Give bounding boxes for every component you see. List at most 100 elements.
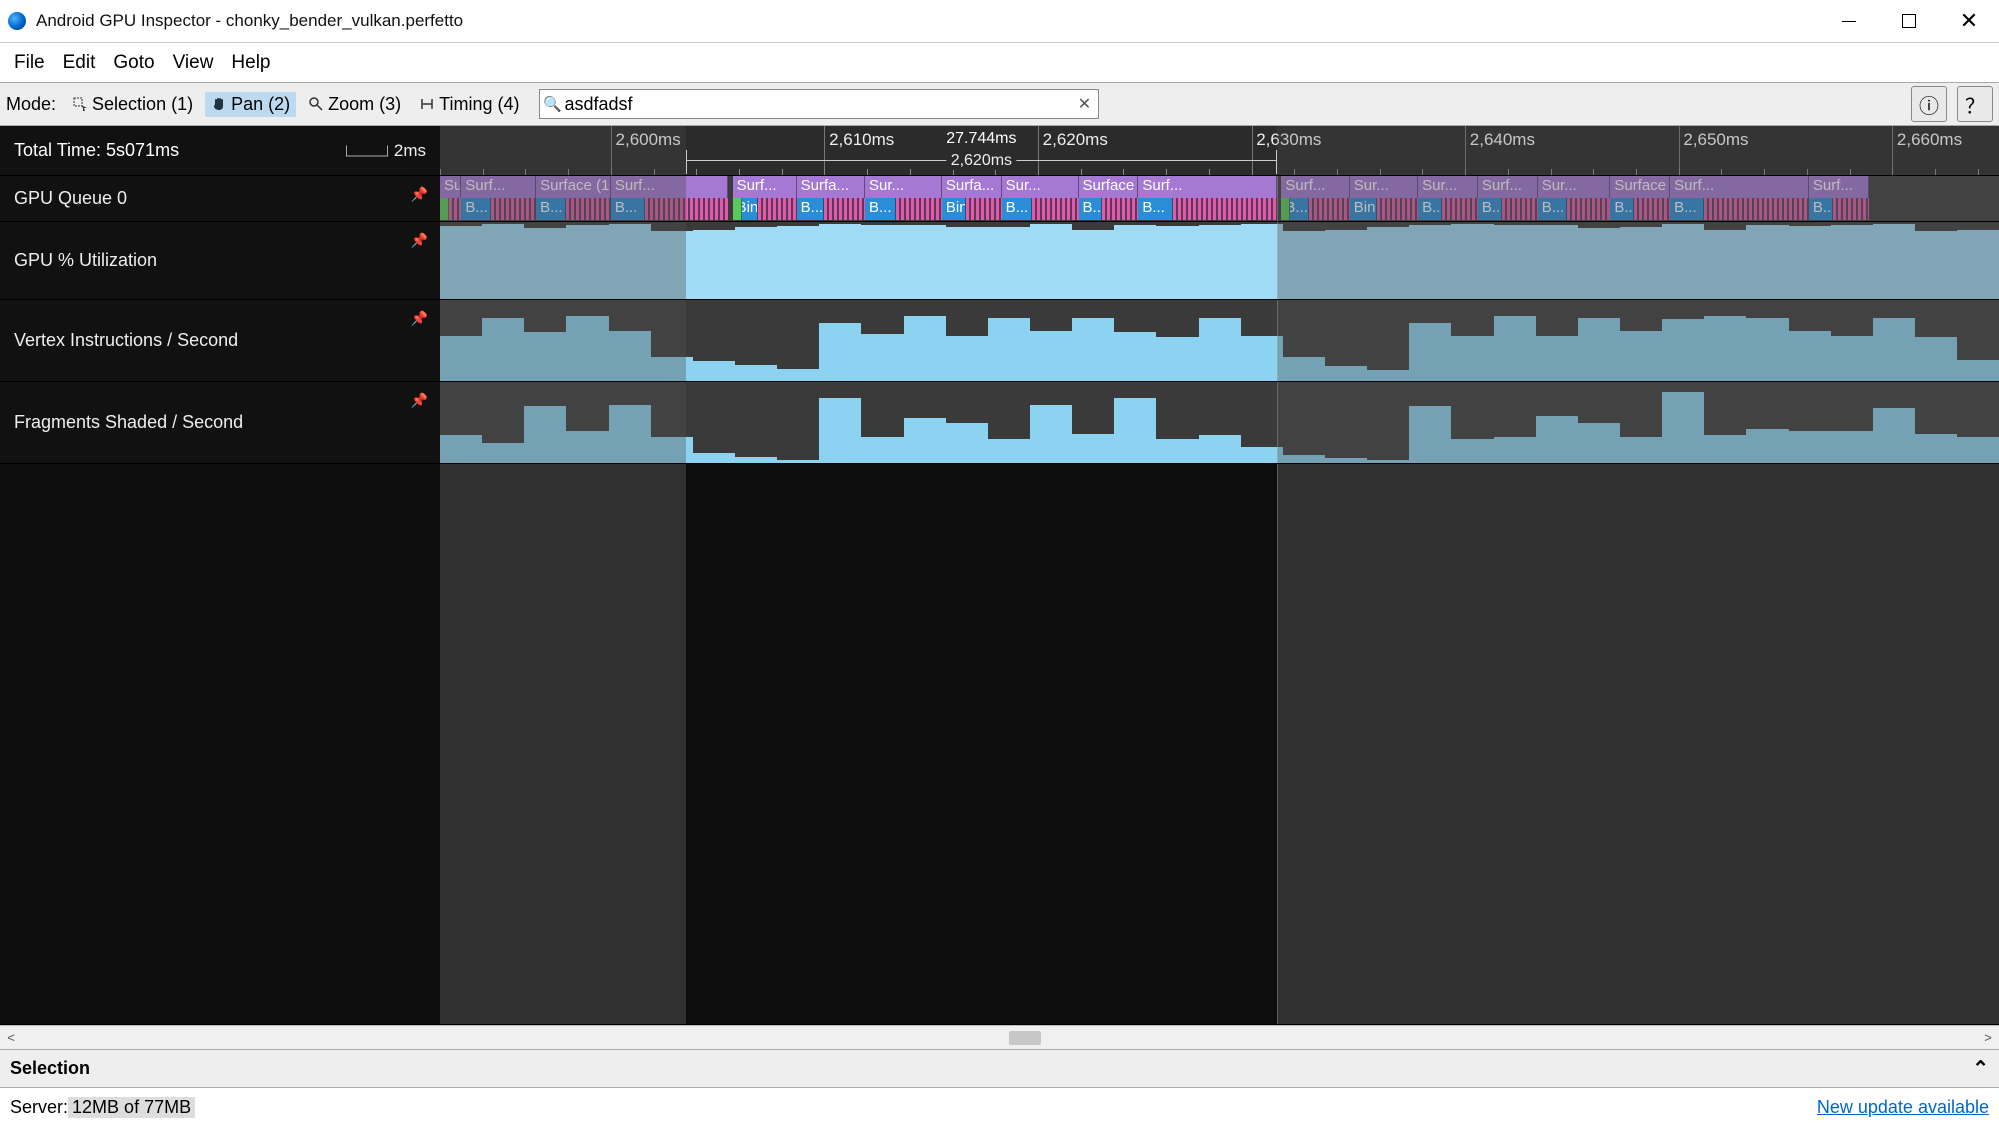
utilization-chart[interactable] — [440, 222, 1999, 299]
queue-surface-block[interactable]: Sur... — [1350, 176, 1418, 198]
queue-surface-block[interactable]: Surf... — [1670, 176, 1809, 198]
queue-surface-block[interactable]: Surf... — [611, 176, 728, 198]
menu-view[interactable]: View — [165, 48, 222, 78]
queue-render-stripes[interactable] — [449, 198, 462, 220]
queue-binning-block[interactable]: B... — [1809, 198, 1833, 220]
pin-icon[interactable]: 📌 — [411, 232, 428, 249]
track-gpu-utilization[interactable]: GPU % Utilization 📌 — [0, 222, 1999, 300]
queue-surface-block[interactable]: Surf... — [1281, 176, 1349, 198]
queue-render-stripes[interactable] — [1442, 198, 1478, 220]
queue-binning-block[interactable]: Binn... — [1350, 198, 1377, 220]
queue-surface-block[interactable]: Surf... — [1138, 176, 1277, 198]
queue-render-stripes[interactable] — [1032, 198, 1078, 220]
mode-timing-button[interactable]: Timing (4) — [413, 92, 525, 117]
horizontal-scrollbar[interactable]: < > — [0, 1025, 1999, 1049]
scroll-left-arrow-icon[interactable]: < — [0, 1030, 22, 1045]
queue-surface-block[interactable]: Sur... — [1002, 176, 1079, 198]
queue-binning-block[interactable]: B... — [1002, 198, 1033, 220]
queue-binning-block[interactable]: Binn... — [942, 198, 966, 220]
queue-binning-block[interactable]: B... — [797, 198, 824, 220]
vertex-chart[interactable] — [440, 300, 1999, 381]
queue-render-stripes[interactable] — [1833, 198, 1869, 220]
queue-render-stripes[interactable] — [1704, 198, 1809, 220]
queue-binning-block[interactable]: B... — [1138, 198, 1172, 220]
gpu-queue-body[interactable]: Surf...Surf...Surface (10...Surf...Surf.… — [440, 176, 1999, 221]
queue-green-slice[interactable] — [1281, 198, 1290, 220]
help-button[interactable]: ？ — [1957, 86, 1993, 122]
queue-surface-block[interactable]: Surf... — [461, 176, 536, 198]
queue-surface-block[interactable]: Surf... — [440, 176, 461, 198]
queue-surface-block[interactable]: Surf... — [733, 176, 797, 198]
queue-surface-block[interactable]: Surfa... — [942, 176, 1002, 198]
queue-surface-block[interactable]: Surface (10... — [536, 176, 611, 198]
update-available-link[interactable]: New update available — [1817, 1097, 1989, 1118]
empty-tracks-region[interactable] — [0, 464, 1999, 1025]
queue-surface-block[interactable]: Surfa... — [797, 176, 865, 198]
menu-edit[interactable]: Edit — [55, 48, 104, 78]
scrollbar-thumb[interactable] — [1009, 1031, 1041, 1045]
menu-help[interactable]: Help — [223, 48, 278, 78]
chevron-up-icon[interactable]: ⌃ — [1972, 1056, 1989, 1081]
queue-render-stripes[interactable] — [966, 198, 1002, 220]
queue-render-stripes[interactable] — [491, 198, 536, 220]
fragments-chart[interactable] — [440, 382, 1999, 463]
ruler-area[interactable]: 2,600ms2,610ms2,620ms2,630ms2,640ms2,650… — [440, 126, 1999, 175]
track-label-vertex[interactable]: Vertex Instructions / Second 📌 — [0, 300, 440, 381]
queue-green-slice[interactable] — [733, 198, 742, 220]
info-button[interactable]: ⓘ — [1911, 86, 1947, 122]
queue-render-stripes[interactable] — [824, 198, 865, 220]
mode-zoom-button[interactable]: Zoom (3) — [302, 92, 407, 117]
pin-icon[interactable]: 📌 — [411, 186, 428, 203]
pin-icon[interactable]: 📌 — [411, 392, 428, 409]
queue-render-stripes[interactable] — [1377, 198, 1418, 220]
queue-render-stripes[interactable] — [1634, 198, 1670, 220]
queue-surface-block[interactable]: Surf... — [1809, 176, 1869, 198]
queue-surface-block[interactable]: Sur... — [1538, 176, 1611, 198]
queue-binning-block[interactable]: B... — [1418, 198, 1442, 220]
queue-surface-block[interactable]: Surf... — [1478, 176, 1538, 198]
queue-render-stripes[interactable] — [1102, 198, 1138, 220]
queue-render-stripes[interactable] — [645, 198, 728, 220]
track-label-gpu-queue[interactable]: GPU Queue 0 📌 — [0, 176, 440, 221]
search-clear-icon[interactable]: ✕ — [1070, 94, 1098, 114]
queue-binning-block[interactable]: B... — [1079, 198, 1103, 220]
time-ruler[interactable]: Total Time: 5s071ms 2ms 2,600ms2,610ms2,… — [0, 126, 1999, 176]
window-minimize-button[interactable] — [1819, 0, 1879, 43]
window-close-button[interactable]: ✕ — [1939, 0, 1999, 43]
queue-binning-block[interactable]: B... — [865, 198, 896, 220]
search-box[interactable]: 🔍 ✕ — [539, 89, 1099, 119]
track-label-utilization[interactable]: GPU % Utilization 📌 — [0, 222, 440, 299]
queue-binning-block[interactable]: B... — [1478, 198, 1502, 220]
menu-file[interactable]: File — [6, 48, 53, 78]
track-gpu-queue[interactable]: GPU Queue 0 📌 Surf...Surf...Surface (10.… — [0, 176, 1999, 222]
menu-goto[interactable]: Goto — [105, 48, 162, 78]
scroll-right-arrow-icon[interactable]: > — [1977, 1030, 1999, 1045]
track-vertex-instructions[interactable]: Vertex Instructions / Second 📌 — [0, 300, 1999, 382]
queue-binning-block[interactable]: B... — [1670, 198, 1704, 220]
queue-render-stripes[interactable] — [758, 198, 796, 220]
queue-render-stripes[interactable] — [1567, 198, 1611, 220]
queue-render-stripes[interactable] — [566, 198, 611, 220]
mode-selection-button[interactable]: Selection (1) — [66, 92, 199, 117]
queue-render-stripes[interactable] — [1309, 198, 1350, 220]
queue-surface-block[interactable]: Surface (10... — [1079, 176, 1139, 198]
search-input[interactable] — [564, 90, 1070, 118]
mode-pan-button[interactable]: Pan (2) — [205, 92, 296, 117]
queue-surface-block[interactable]: Surface (10... — [1610, 176, 1670, 198]
queue-surface-block[interactable]: Sur... — [865, 176, 942, 198]
track-label-fragments[interactable]: Fragments Shaded / Second 📌 — [0, 382, 440, 463]
queue-render-stripes[interactable] — [1502, 198, 1538, 220]
queue-binning-block[interactable]: B... — [1610, 198, 1634, 220]
queue-render-stripes[interactable] — [896, 198, 942, 220]
queue-binning-block[interactable]: B... — [611, 198, 645, 220]
queue-render-stripes[interactable] — [1173, 198, 1278, 220]
queue-surface-block[interactable]: Sur... — [1418, 176, 1478, 198]
track-fragments-shaded[interactable]: Fragments Shaded / Second 📌 — [0, 382, 1999, 464]
pin-icon[interactable]: 📌 — [411, 310, 428, 327]
queue-binning-block[interactable]: B... — [1538, 198, 1567, 220]
empty-body[interactable] — [440, 464, 1999, 1024]
queue-binning-block[interactable]: B... — [536, 198, 566, 220]
queue-binning-block[interactable]: B... — [461, 198, 491, 220]
timeline-view[interactable]: Total Time: 5s071ms 2ms 2,600ms2,610ms2,… — [0, 126, 1999, 1025]
window-maximize-button[interactable] — [1879, 0, 1939, 43]
